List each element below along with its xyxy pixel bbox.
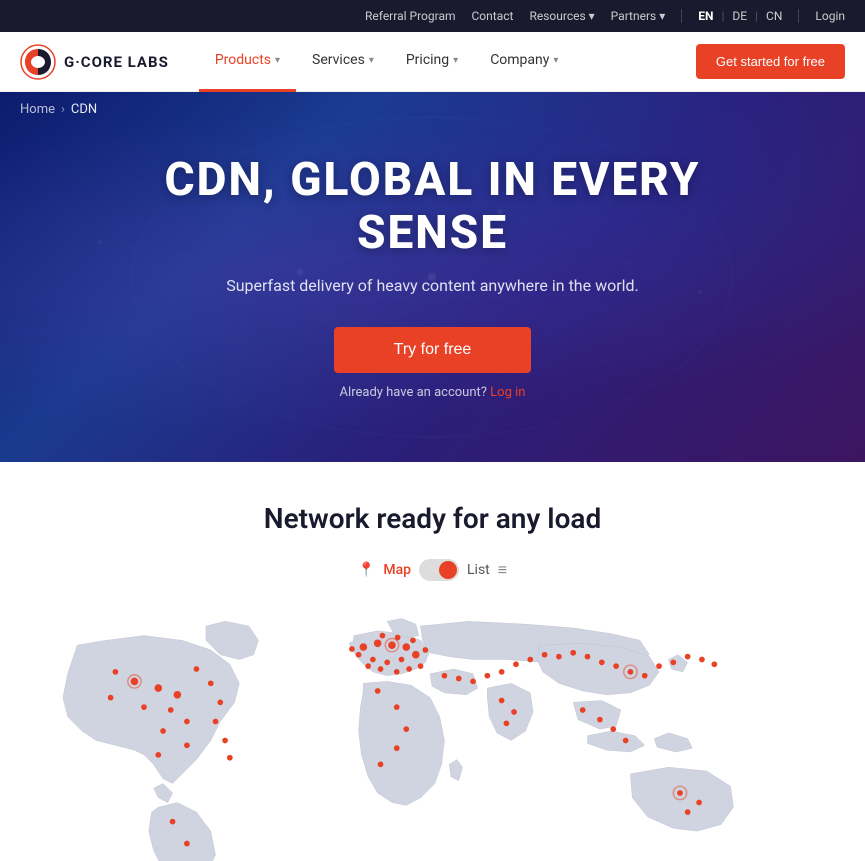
- resources-dropdown[interactable]: Resources ▾: [529, 9, 594, 23]
- nav-cta: Get started for free: [696, 44, 845, 79]
- partners-dropdown[interactable]: Partners ▾: [611, 9, 666, 23]
- nav-company[interactable]: Company ▾: [474, 32, 574, 92]
- lang-cn[interactable]: CN: [766, 9, 782, 23]
- map-toggle-row: 📍 Map List ≡: [20, 559, 845, 581]
- services-chevron-icon: ▾: [369, 55, 374, 66]
- world-map: [20, 601, 845, 861]
- get-started-button[interactable]: Get started for free: [696, 44, 845, 79]
- breadcrumb-home[interactable]: Home: [20, 102, 55, 117]
- breadcrumb: Home › CDN: [20, 102, 97, 117]
- map-list-toggle[interactable]: [419, 559, 459, 581]
- nav-products[interactable]: Products ▾: [199, 32, 296, 92]
- logo-icon: [20, 44, 56, 80]
- world-map-container: [20, 601, 845, 861]
- map-view-label[interactable]: Map: [383, 562, 411, 578]
- list-icon: ≡: [498, 560, 507, 580]
- main-navigation: G·CORE LABS Products ▾ Services ▾ Pricin…: [0, 32, 865, 92]
- referral-link[interactable]: Referral Program: [365, 9, 455, 23]
- try-for-free-button[interactable]: Try for free: [334, 327, 532, 373]
- lang-en[interactable]: EN: [698, 9, 713, 23]
- lang-de[interactable]: DE: [732, 9, 747, 23]
- nav-pricing[interactable]: Pricing ▾: [390, 32, 474, 92]
- hero-content: CDN, GLOBAL IN EVERY SENSE Superfast del…: [165, 154, 701, 400]
- contact-link[interactable]: Contact: [472, 9, 514, 23]
- hero-title: CDN, GLOBAL IN EVERY SENSE: [165, 154, 701, 260]
- nav-services[interactable]: Services ▾: [296, 32, 390, 92]
- pricing-chevron-icon: ▾: [453, 55, 458, 66]
- list-view-label[interactable]: List: [467, 562, 490, 578]
- nav-links: Products ▾ Services ▾ Pricing ▾ Company …: [199, 32, 696, 92]
- hero-account-text: Already have an account? Log in: [165, 385, 701, 400]
- network-title: Network ready for any load: [20, 502, 845, 535]
- products-chevron-icon: ▾: [275, 55, 280, 66]
- hero-login-link[interactable]: Log in: [490, 385, 525, 400]
- top-bar: Referral Program Contact Resources ▾ Par…: [0, 0, 865, 32]
- hero-subtitle: Superfast delivery of heavy content anyw…: [165, 276, 701, 295]
- map-pin-icon: 📍: [358, 562, 375, 578]
- hero-section: Home › CDN CDN, GLOBAL IN EVERY SENSE Su…: [0, 92, 865, 462]
- toggle-knob: [439, 561, 457, 579]
- logo-text: G·CORE LABS: [64, 53, 169, 71]
- language-switcher: EN | DE | CN: [698, 9, 782, 23]
- network-section: Network ready for any load 📍 Map List ≡: [0, 462, 865, 861]
- company-chevron-icon: ▾: [553, 55, 558, 66]
- logo[interactable]: G·CORE LABS: [20, 44, 169, 80]
- login-link[interactable]: Login: [815, 9, 845, 23]
- breadcrumb-current: CDN: [71, 102, 97, 117]
